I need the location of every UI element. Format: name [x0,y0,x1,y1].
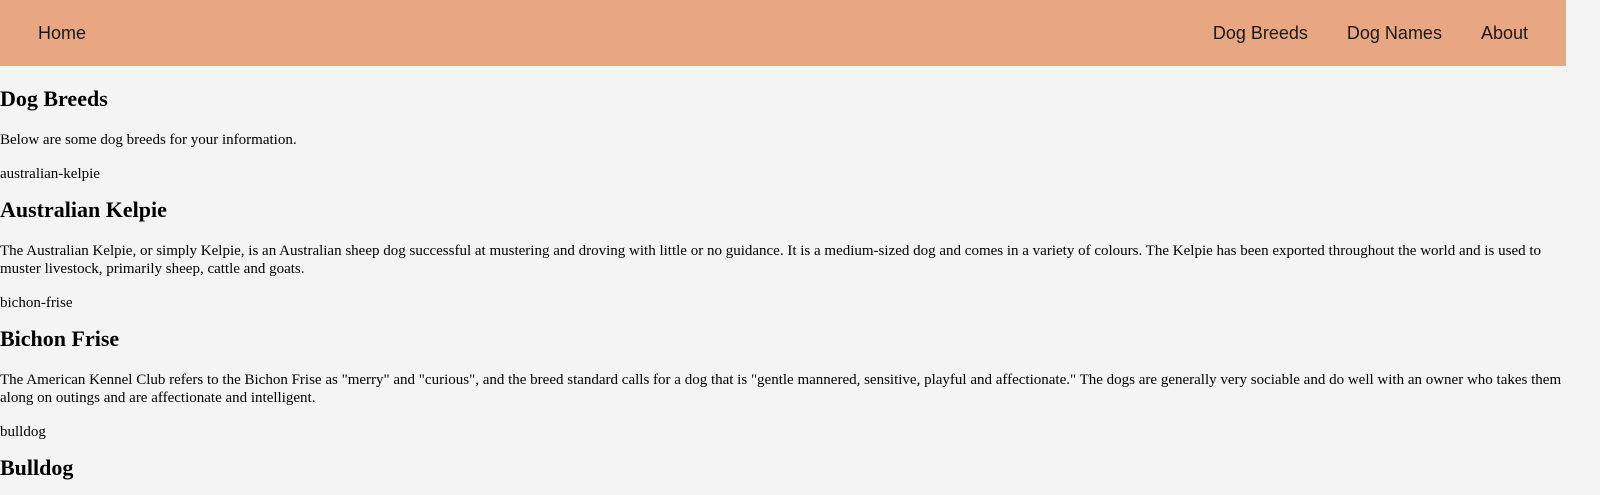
breed-title-australian-kelpie: Australian Kelpie [0,197,167,222]
intro-text: Below are some dog breeds for your infor… [0,132,297,148]
page-title: Dog Breeds [0,86,108,111]
breed-description-bichon-frise: The American Kennel Club refers to the B… [0,372,1562,406]
breed-description-australian-kelpie: The Australian Kelpie, or simply Kelpie,… [0,243,1542,277]
breed-image-bulldog: bulldog [0,423,1566,441]
nav-link-home[interactable]: Home [38,23,86,43]
navbar: Home Dog Breeds Dog Names About [0,0,1566,66]
nav-link-dog-names[interactable]: Dog Names [1347,23,1442,44]
nav-left: Home [0,23,86,44]
main-content: Dog Breeds Below are some dog breeds for… [0,87,1566,480]
breed-image-australian-kelpie: australian-kelpie [0,165,1566,183]
nav-right: Dog Breeds Dog Names About [1174,23,1566,44]
breed-title-bichon-frise: Bichon Frise [0,326,120,351]
nav-link-about[interactable]: About [1481,23,1528,44]
breed-image-bichon-frise: bichon-frise [0,294,1566,312]
image-alt-text: bichon-frise [0,295,73,311]
nav-link-dog-breeds[interactable]: Dog Breeds [1213,23,1308,44]
image-alt-text: australian-kelpie [0,166,100,182]
page: Home Dog Breeds Dog Names About Dog Bree… [0,0,1566,495]
scrollbar[interactable] [1566,0,1600,495]
breed-title-bulldog: Bulldog [0,455,74,480]
image-alt-text: bulldog [0,424,46,440]
